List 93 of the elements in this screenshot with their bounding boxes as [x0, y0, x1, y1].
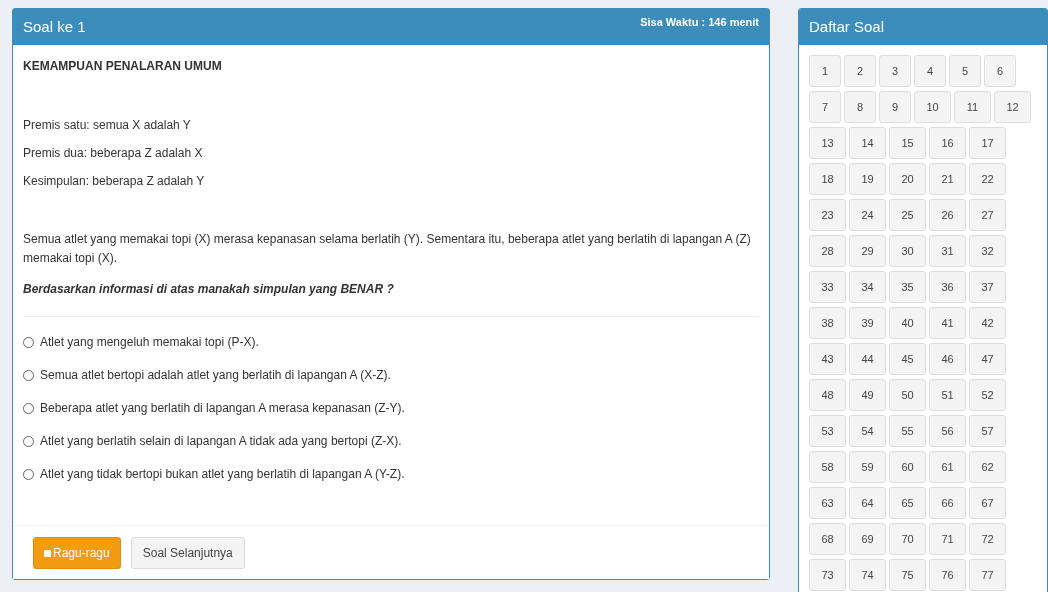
- question-number-button[interactable]: 11: [954, 91, 991, 123]
- question-number-button[interactable]: 48: [809, 379, 846, 411]
- question-number-button[interactable]: 68: [809, 523, 846, 555]
- question-number-button[interactable]: 9: [879, 91, 911, 123]
- question-number-button[interactable]: 3: [879, 55, 911, 87]
- question-number-button[interactable]: 8: [844, 91, 876, 123]
- question-number-button[interactable]: 28: [809, 235, 846, 267]
- question-number-button[interactable]: 14: [849, 127, 886, 159]
- question-number-button[interactable]: 65: [889, 487, 926, 519]
- question-number-button[interactable]: 49: [849, 379, 886, 411]
- question-text: Berdasarkan informasi di atas manakah simpulan yang BENAR ?: [23, 282, 395, 296]
- question-number-button[interactable]: 33: [809, 271, 846, 303]
- question-number-button[interactable]: 52: [969, 379, 1006, 411]
- question-number-button[interactable]: 35: [889, 271, 926, 303]
- question-number-button[interactable]: 63: [809, 487, 846, 519]
- question-number-button[interactable]: 62: [969, 451, 1006, 483]
- question-number-button[interactable]: 13: [809, 127, 846, 159]
- premise-text: Premis dua: beberapa Z adalah X: [23, 146, 204, 160]
- question-number-button[interactable]: 50: [889, 379, 926, 411]
- question-number-button[interactable]: 71: [929, 523, 966, 555]
- question-number-button[interactable]: 27: [969, 199, 1006, 231]
- question-number-button[interactable]: 34: [849, 271, 886, 303]
- question-number-button[interactable]: 2: [844, 55, 876, 87]
- answer-option[interactable]: Atlet yang berlatih selain di lapangan A tidak ada yang bertopi (Z-X).: [23, 434, 759, 448]
- question-number-button[interactable]: 5: [949, 55, 981, 87]
- checkbox[interactable]: [44, 549, 51, 557]
- question-number-button[interactable]: 61: [929, 451, 966, 483]
- question-number-button[interactable]: 57: [969, 415, 1006, 447]
- question-number-button[interactable]: 46: [929, 343, 966, 375]
- question-number-button[interactable]: 37: [969, 271, 1006, 303]
- question-number-button[interactable]: 55: [889, 415, 926, 447]
- question-number-button[interactable]: 18: [809, 163, 846, 195]
- answer-option[interactable]: Atlet yang mengeluh memakai topi (P-X).: [23, 335, 759, 349]
- question-number-button[interactable]: 39: [849, 307, 886, 339]
- question-number-button[interactable]: 59: [849, 451, 886, 483]
- question-number-button[interactable]: 64: [849, 487, 886, 519]
- question-number-button[interactable]: 51: [929, 379, 966, 411]
- question-number-button[interactable]: 40: [889, 307, 926, 339]
- question-number-button[interactable]: 58: [809, 451, 846, 483]
- panel-title: Soal ke 1: [23, 18, 86, 35]
- question-number-button[interactable]: 73: [809, 559, 846, 591]
- question-number-button[interactable]: 70: [889, 523, 926, 555]
- question-number-button[interactable]: 44: [849, 343, 886, 375]
- question-number-button[interactable]: 25: [889, 199, 926, 231]
- next-button[interactable]: Soal Selanjutnya: [130, 537, 245, 569]
- answer-option[interactable]: Atlet yang tidak bertopi bukan atlet yang berlatih di lapangan A (Y-Z).: [23, 467, 759, 481]
- question-number-button[interactable]: 12: [994, 91, 1031, 123]
- question-number-button[interactable]: 26: [929, 199, 966, 231]
- question-number-button[interactable]: 4: [914, 55, 946, 87]
- premise-text: Premis satu: semua X adalah Y: [23, 118, 192, 132]
- question-number-button[interactable]: 30: [889, 235, 926, 267]
- question-number-button[interactable]: 7: [809, 91, 841, 123]
- answer-option[interactable]: Semua atlet bertopi adalah atlet yang berlatih di lapangan A (X-Z).: [23, 368, 759, 382]
- question-number-button[interactable]: 29: [849, 235, 886, 267]
- timer-text: Sisa Waktu : 146 menit: [640, 16, 759, 28]
- question-number-button[interactable]: 69: [849, 523, 886, 555]
- question-number-button[interactable]: 76: [929, 559, 966, 591]
- question-number-button[interactable]: 19: [849, 163, 886, 195]
- question-number-button[interactable]: 60: [889, 451, 926, 483]
- answer-option[interactable]: Beberapa atlet yang berlatih di lapangan A merasa kepanasan (Z-Y).: [23, 401, 759, 415]
- question-number-button[interactable]: 38: [809, 307, 846, 339]
- question-number-button[interactable]: 66: [929, 487, 966, 519]
- question-number-button[interactable]: 77: [969, 559, 1006, 591]
- premise-text: Kesimpulan: beberapa Z adalah Y: [23, 174, 206, 188]
- question-number-button[interactable]: 56: [929, 415, 966, 447]
- question-number-button[interactable]: 42: [969, 307, 1006, 339]
- question-number-button[interactable]: 54: [849, 415, 886, 447]
- passage-text: Semua atlet yang memakai topi (X) merasa kepanasan selama berlatih (Y). Sementara itu, beberapa atlet yang berlatih di lapangan A (Z) memakai topi (X).: [23, 231, 752, 267]
- question-number-button[interactable]: 15: [889, 127, 926, 159]
- section-title: KEMAMPUAN PENALARAN UMUM: [23, 59, 223, 73]
- question-number-button[interactable]: 41: [929, 307, 966, 339]
- panel-title: Daftar Soal: [809, 18, 885, 35]
- question-number-button[interactable]: 47: [969, 343, 1006, 375]
- question-number-button[interactable]: 6: [984, 55, 1016, 87]
- question-number-button[interactable]: 72: [969, 523, 1006, 555]
- question-number-button[interactable]: 17: [969, 127, 1006, 159]
- question-number-button[interactable]: 45: [889, 343, 926, 375]
- question-number-button[interactable]: 16: [929, 127, 966, 159]
- question-number-button[interactable]: 20: [889, 163, 926, 195]
- question-number-button[interactable]: 22: [969, 163, 1006, 195]
- question-number-button[interactable]: 53: [809, 415, 846, 447]
- question-number-button[interactable]: 67: [969, 487, 1006, 519]
- question-number-button[interactable]: 75: [889, 559, 926, 591]
- question-number-button[interactable]: 23: [809, 199, 846, 231]
- question-number-button[interactable]: 74: [849, 559, 886, 591]
- question-number-button[interactable]: 36: [929, 271, 966, 303]
- question-number-button[interactable]: 32: [969, 235, 1006, 267]
- question-number-button[interactable]: 43: [809, 343, 846, 375]
- question-number-button[interactable]: 1: [809, 55, 841, 87]
- question-number-button[interactable]: 31: [929, 235, 966, 267]
- question-number-button[interactable]: 21: [929, 163, 966, 195]
- question-number-button[interactable]: 10: [914, 91, 951, 123]
- question-number-button[interactable]: 24: [849, 199, 886, 231]
